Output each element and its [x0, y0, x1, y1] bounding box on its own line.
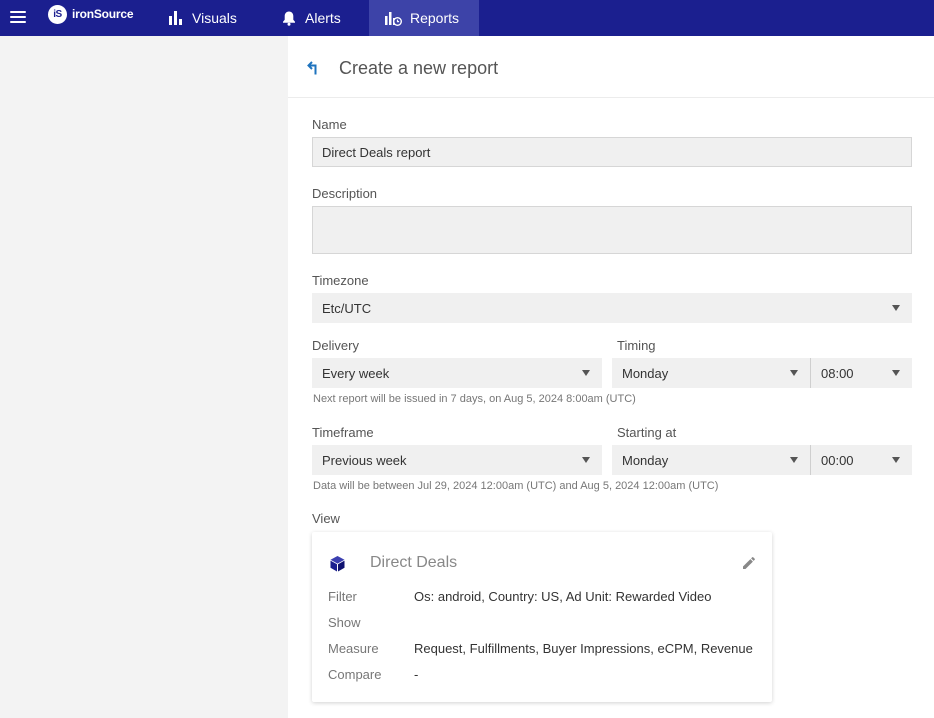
timeframe-hint: Data will be between Jul 29, 2024 12:00a…	[313, 480, 719, 492]
chevron-down-icon	[790, 370, 798, 376]
nav-tab-visuals[interactable]: Visuals	[168, 0, 237, 36]
chevron-down-icon	[582, 370, 590, 376]
logo-mark: iS	[48, 4, 67, 24]
hamburger-menu-icon[interactable]	[10, 8, 28, 26]
starting-at-label: Starting at	[617, 425, 677, 440]
show-label: Show	[328, 615, 361, 630]
delivery-label: Delivery	[312, 338, 359, 353]
left-panel	[0, 36, 288, 718]
timing-time-value: 08:00	[821, 365, 854, 381]
measure-label: Measure	[328, 641, 379, 656]
chevron-down-icon	[892, 457, 900, 463]
back-arrow-icon[interactable]	[307, 60, 323, 76]
chevron-down-icon	[790, 457, 798, 463]
nav-tab-visuals-label: Visuals	[192, 10, 237, 26]
cube-icon	[330, 556, 345, 572]
bell-icon	[283, 11, 295, 26]
compare-label: Compare	[328, 667, 382, 682]
delivery-select[interactable]: Every week	[312, 358, 602, 388]
delivery-hint: Next report will be issued in 7 days, on…	[313, 393, 636, 405]
description-label: Description	[312, 186, 378, 201]
starting-day-select[interactable]: Monday	[612, 445, 810, 475]
timeframe-value: Previous week	[322, 452, 407, 468]
chevron-down-icon	[892, 370, 900, 376]
page-title: Create a new report	[339, 58, 499, 78]
filter-value: Os: android, Country: US, Ad Unit: Rewar…	[414, 589, 712, 604]
description-input[interactable]	[312, 206, 912, 254]
nav-tab-reports-label: Reports	[410, 10, 460, 26]
nav-tab-alerts-label: Alerts	[305, 10, 341, 26]
page-header: Create a new report	[288, 36, 934, 98]
name-input[interactable]	[312, 137, 912, 167]
timezone-value: Etc/UTC	[322, 300, 372, 316]
timezone-select[interactable]: Etc/UTC	[312, 293, 912, 323]
starting-time-value: 00:00	[821, 452, 854, 468]
name-label: Name	[312, 117, 347, 132]
view-title: Direct Deals	[370, 554, 458, 571]
timing-day-value: Monday	[622, 365, 669, 381]
view-label: View	[312, 511, 340, 526]
delivery-value: Every week	[322, 365, 390, 381]
chevron-down-icon	[582, 457, 590, 463]
timing-label: Timing	[617, 338, 656, 353]
bar-chart-icon	[169, 11, 182, 25]
compare-value: -	[414, 667, 419, 682]
report-form-panel: Create a new report Name Description Tim…	[288, 36, 934, 718]
ironsource-logo[interactable]: iS ironSource	[48, 4, 134, 24]
starting-day-value: Monday	[622, 452, 669, 468]
nav-tab-alerts[interactable]: Alerts	[281, 0, 341, 36]
timing-day-select[interactable]: Monday	[612, 358, 810, 388]
top-navigation-bar: iS ironSource Visuals Alerts Reports	[0, 0, 934, 36]
timezone-label: Timezone	[312, 273, 369, 288]
report-chart-icon	[385, 12, 402, 26]
starting-time-select[interactable]: 00:00	[811, 445, 912, 475]
nav-tab-reports[interactable]: Reports	[369, 0, 479, 36]
timeframe-label: Timeframe	[312, 425, 374, 440]
filter-label: Filter	[328, 589, 357, 604]
timeframe-select[interactable]: Previous week	[312, 445, 602, 475]
view-card: Direct Deals Filter Os: android, Country…	[312, 532, 772, 702]
chevron-down-icon	[892, 305, 900, 311]
timing-time-select[interactable]: 08:00	[811, 358, 912, 388]
measure-value: Request, Fulfillments, Buyer Impressions…	[414, 641, 753, 656]
logo-text: ironSource	[72, 7, 134, 21]
pencil-icon[interactable]	[741, 555, 757, 571]
